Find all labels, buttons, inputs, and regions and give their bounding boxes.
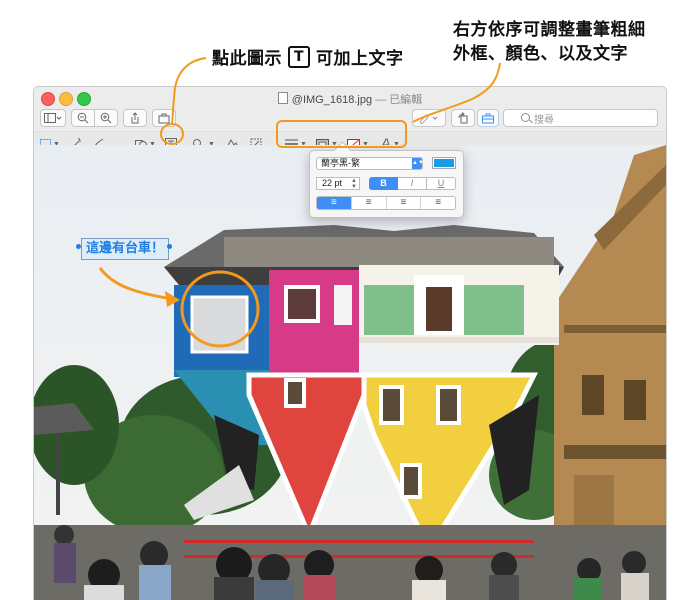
search-icon [521, 113, 530, 122]
font-size-field[interactable]: 22 pt ▲ ▼ [316, 177, 360, 190]
toolbox-icon [158, 113, 170, 124]
text-tool-icon-illustration: T [288, 45, 310, 68]
align-justify-button[interactable]: ≡ [421, 197, 455, 209]
click-hint-before: 點此圖示 [212, 49, 282, 69]
select-arrows-icon: ▲▼ [412, 158, 424, 169]
photo-text-box[interactable]: 這邊有台車！ [81, 238, 170, 260]
title-separator: — [375, 94, 387, 106]
share-button[interactable] [123, 109, 147, 127]
text-color-swatch [434, 159, 454, 167]
share-icon [131, 112, 139, 124]
sidebar-view-button[interactable] [40, 109, 66, 127]
bold-button[interactable]: B [369, 177, 398, 190]
font-family-select[interactable]: 蘭亭黑-繁 ▲▼ [316, 157, 424, 170]
briefcase-icon [482, 113, 494, 123]
font-family-value: 蘭亭黑-繁 [321, 158, 360, 168]
zoom-in-icon [100, 112, 112, 124]
right-hint-annotation: 右方依序可調整畫筆粗細 外框、顏色、以及文字 [453, 18, 646, 66]
highlight-button[interactable] [412, 109, 446, 127]
sidebar-icon [44, 112, 62, 123]
window-filename: @IMG_1618.jpg [291, 94, 373, 106]
alignment-segmented-control: ≡ ≡ ≡ ≡ [316, 196, 456, 210]
toolbox-blue-button[interactable] [477, 109, 499, 127]
zoom-out-icon [77, 112, 89, 124]
align-center-button[interactable]: ≡ [352, 197, 387, 209]
document-icon [277, 92, 288, 104]
text-style-popover: 蘭亭黑-繁 ▲▼ 22 pt ▲ ▼ B I U ≡ ≡ ≡ ≡ [309, 150, 464, 218]
click-hint-annotation: 點此圖示 T 可加上文字 [212, 44, 404, 69]
click-hint-after: 可加上文字 [316, 49, 404, 69]
zoom-in-button[interactable] [94, 109, 118, 127]
highlighter-icon [419, 113, 438, 124]
main-toolbar: 搜尋 [34, 109, 666, 131]
right-hint-line1: 右方依序可調整畫筆粗細 [453, 20, 646, 40]
window-title: @IMG_1618.jpg — 已編輯 [34, 91, 666, 107]
zoom-out-button[interactable] [71, 109, 95, 127]
rotate-button[interactable] [451, 109, 475, 127]
markup-toolbar-button[interactable] [152, 109, 176, 127]
text-box-right-handle[interactable] [167, 244, 172, 249]
right-hint-line2: 外框、顏色、以及文字 [453, 44, 628, 64]
title-bar: @IMG_1618.jpg — 已編輯 [34, 87, 666, 109]
title-status: 已編輯 [389, 94, 423, 106]
font-size-value: 22 pt [322, 178, 343, 188]
align-right-button[interactable]: ≡ [387, 197, 422, 209]
search-placeholder: 搜尋 [534, 114, 554, 126]
italic-button[interactable]: I [398, 177, 427, 190]
underline-button[interactable]: U [427, 177, 456, 190]
rotate-icon [458, 112, 468, 124]
crowd-and-ground [34, 525, 666, 600]
text-box-left-handle[interactable] [76, 244, 81, 249]
stepper-icon: ▲ ▼ [351, 178, 357, 190]
photo-text-content: 這邊有台車！ [86, 241, 165, 256]
search-field[interactable]: 搜尋 [503, 109, 658, 127]
text-color-well[interactable] [432, 157, 456, 169]
align-left-button[interactable]: ≡ [317, 197, 352, 209]
